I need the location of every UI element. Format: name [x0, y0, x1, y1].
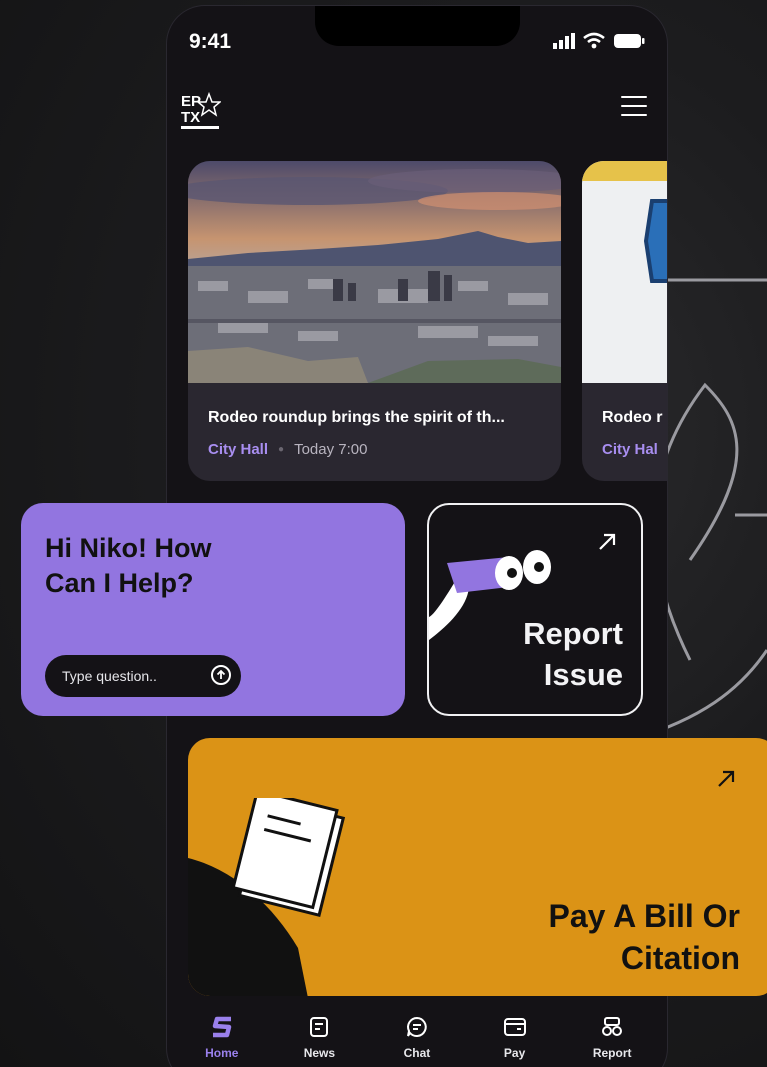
tab-label: News [303, 1046, 336, 1060]
report-issue-label: Report Issue [523, 616, 623, 692]
tab-news[interactable]: News [274, 1004, 364, 1067]
pay-bill-label: Pay A Bill Or Citation [548, 898, 740, 976]
paper-bill-icon [188, 798, 346, 996]
tab-pay[interactable]: Pay [470, 1004, 560, 1067]
tab-label: Report [592, 1046, 632, 1060]
menu-line [621, 114, 647, 116]
send-arrow-up-icon[interactable] [211, 665, 231, 685]
bottom-tab-bar: Home News Chat Pay Report [167, 1004, 667, 1067]
arrow-up-right-icon [718, 770, 735, 787]
tab-report[interactable]: Report [567, 1004, 657, 1067]
news-card[interactable]: Rodeo roundup brings the spirit of th...… [188, 161, 561, 481]
news-title: Rodeo r [602, 409, 663, 426]
wallet-icon [502, 1014, 528, 1040]
news-card[interactable]: Rodeo r City Hal [582, 161, 667, 481]
status-icons [553, 32, 645, 49]
home-s-icon [209, 1014, 235, 1040]
separator-dot: ● [278, 444, 285, 455]
chat-icon [404, 1014, 430, 1040]
signal-icon [553, 33, 575, 49]
tab-label: Pay [503, 1046, 526, 1060]
svg-text:TX: TX [181, 109, 200, 126]
question-input-placeholder: Type question.. [62, 668, 157, 684]
news-title: Rodeo roundup brings the spirit of th... [208, 409, 505, 426]
question-input[interactable]: Type question.. [45, 655, 241, 697]
news-image-el-paso-skyline [188, 161, 561, 383]
ai-help-card[interactable]: Hi Niko! How Can I Help? Type question.. [21, 503, 405, 716]
ep-tx-logo-icon: EP TX [181, 91, 223, 129]
phone-notch [315, 6, 520, 46]
tab-chat[interactable]: Chat [372, 1004, 462, 1067]
hamburger-menu-button[interactable] [621, 96, 647, 118]
binoculars-icon [599, 1014, 625, 1040]
menu-line [621, 105, 647, 107]
menu-line [621, 96, 647, 98]
help-greeting: Hi Niko! How Can I Help? [45, 533, 212, 598]
wifi-icon [583, 32, 605, 49]
report-issue-card[interactable]: Report Issue [427, 503, 643, 716]
news-image [582, 161, 667, 383]
tab-home[interactable]: Home [177, 1004, 267, 1067]
status-time: 9:41 [189, 30, 232, 53]
battery-icon [614, 34, 645, 48]
news-meta: City Hall ● Today 7:00 [208, 441, 367, 458]
tab-label: Chat [403, 1046, 431, 1060]
news-icon [306, 1014, 332, 1040]
arrow-up-right-icon [599, 533, 616, 550]
pay-bill-card[interactable]: Pay A Bill Or Citation [188, 738, 767, 996]
news-meta: City Hal [602, 441, 658, 458]
tab-label: Home [205, 1046, 239, 1060]
news-category[interactable]: City Hall [208, 441, 268, 458]
app-logo[interactable]: EP TX [181, 90, 223, 134]
news-category[interactable]: City Hal [602, 441, 658, 458]
news-time: Today 7:00 [294, 441, 368, 458]
